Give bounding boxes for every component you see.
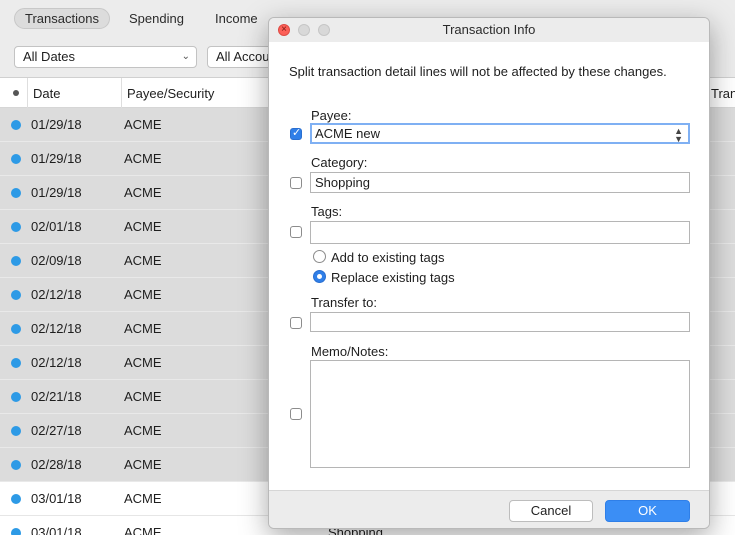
- category-field[interactable]: Shopping: [310, 172, 690, 193]
- category-checkbox[interactable]: [290, 177, 302, 189]
- date-column-header[interactable]: Date: [27, 78, 121, 108]
- tab-transactions[interactable]: Transactions: [14, 8, 110, 29]
- cleared-dot-icon: [11, 358, 21, 368]
- account-filter-value: All Accou: [216, 49, 270, 64]
- updown-arrows-icon: ▲ ▼: [674, 126, 683, 144]
- add-tags-radio[interactable]: [313, 250, 326, 263]
- payee-combobox[interactable]: ACME new ▲ ▼: [310, 123, 690, 144]
- payee-checkbox[interactable]: [290, 126, 302, 140]
- chevron-down-icon: ⌄: [181, 51, 190, 62]
- row-date: 03/01/18: [31, 491, 82, 506]
- ok-button[interactable]: OK: [605, 500, 690, 522]
- row-payee: ACME: [124, 355, 162, 370]
- cleared-dot-icon: [11, 154, 21, 164]
- row-date: 01/29/18: [31, 117, 82, 132]
- dialog-content: Split transaction detail lines will not …: [269, 42, 709, 490]
- row-date: 03/01/18: [31, 525, 82, 535]
- replace-tags-label: Replace existing tags: [331, 270, 455, 285]
- cleared-dot-icon: [11, 528, 21, 535]
- row-date: 01/29/18: [31, 151, 82, 166]
- cleared-dot-icon: [11, 324, 21, 334]
- cleared-dot-icon: [11, 494, 21, 504]
- row-payee: ACME: [124, 423, 162, 438]
- status-column-header[interactable]: [0, 78, 27, 108]
- cleared-dot-icon: [11, 256, 21, 266]
- cleared-dot-icon: [11, 460, 21, 470]
- row-payee: ACME: [124, 151, 162, 166]
- transfer-checkbox[interactable]: [290, 317, 302, 329]
- row-payee: ACME: [124, 321, 162, 336]
- cancel-button[interactable]: Cancel: [509, 500, 593, 522]
- category-value: Shopping: [315, 175, 370, 190]
- row-payee: ACME: [124, 185, 162, 200]
- cleared-dot-icon: [11, 188, 21, 198]
- row-payee: ACME: [124, 457, 162, 472]
- dialog-titlebar: × Transaction Info: [269, 18, 709, 42]
- replace-tags-radio[interactable]: [313, 270, 326, 283]
- cleared-dot-icon: [11, 222, 21, 232]
- row-payee: ACME: [124, 491, 162, 506]
- cleared-dot-icon: [11, 426, 21, 436]
- row-date: 01/29/18: [31, 185, 82, 200]
- row-date: 02/12/18: [31, 321, 82, 336]
- transfer-label: Transfer to:: [311, 295, 377, 310]
- tags-checkbox[interactable]: [290, 226, 302, 238]
- row-payee: ACME: [124, 287, 162, 302]
- cleared-dot-icon: [11, 120, 21, 130]
- dialog-title: Transaction Info: [442, 22, 536, 37]
- category-label: Category:: [311, 155, 368, 170]
- row-date: 02/28/18: [31, 457, 82, 472]
- payee-value: ACME new: [315, 126, 381, 141]
- row-payee: ACME: [124, 117, 162, 132]
- row-date: 02/09/18: [31, 253, 82, 268]
- transaction-info-dialog: × Transaction Info Split transaction det…: [268, 17, 710, 529]
- add-tags-label: Add to existing tags: [331, 250, 445, 265]
- row-payee: ACME: [124, 525, 162, 535]
- date-filter-value: All Dates: [23, 49, 76, 64]
- row-date: 02/01/18: [31, 219, 82, 234]
- row-payee: ACME: [124, 253, 162, 268]
- date-filter-select[interactable]: All Dates ⌄: [14, 46, 197, 68]
- row-date: 02/21/18: [31, 389, 82, 404]
- row-payee: ACME: [124, 219, 162, 234]
- tags-field[interactable]: [310, 221, 690, 244]
- row-payee: ACME: [124, 389, 162, 404]
- cleared-dot-icon: [11, 290, 21, 300]
- row-date: 02/12/18: [31, 355, 82, 370]
- memo-textarea[interactable]: [310, 360, 690, 468]
- payee-label: Payee:: [311, 108, 352, 123]
- dialog-footer: Cancel OK: [269, 490, 709, 528]
- row-date: 02/27/18: [31, 423, 82, 438]
- tab-spending[interactable]: Spending: [119, 8, 194, 29]
- tab-income[interactable]: Income: [205, 8, 268, 29]
- tags-label: Tags:: [311, 204, 343, 219]
- memo-checkbox[interactable]: [290, 408, 302, 420]
- split-note: Split transaction detail lines will not …: [289, 64, 667, 79]
- status-dot-icon: [13, 90, 19, 96]
- row-date: 02/12/18: [31, 287, 82, 302]
- memo-label: Memo/Notes:: [311, 344, 389, 359]
- transfer-field[interactable]: [310, 312, 690, 332]
- cleared-dot-icon: [11, 392, 21, 402]
